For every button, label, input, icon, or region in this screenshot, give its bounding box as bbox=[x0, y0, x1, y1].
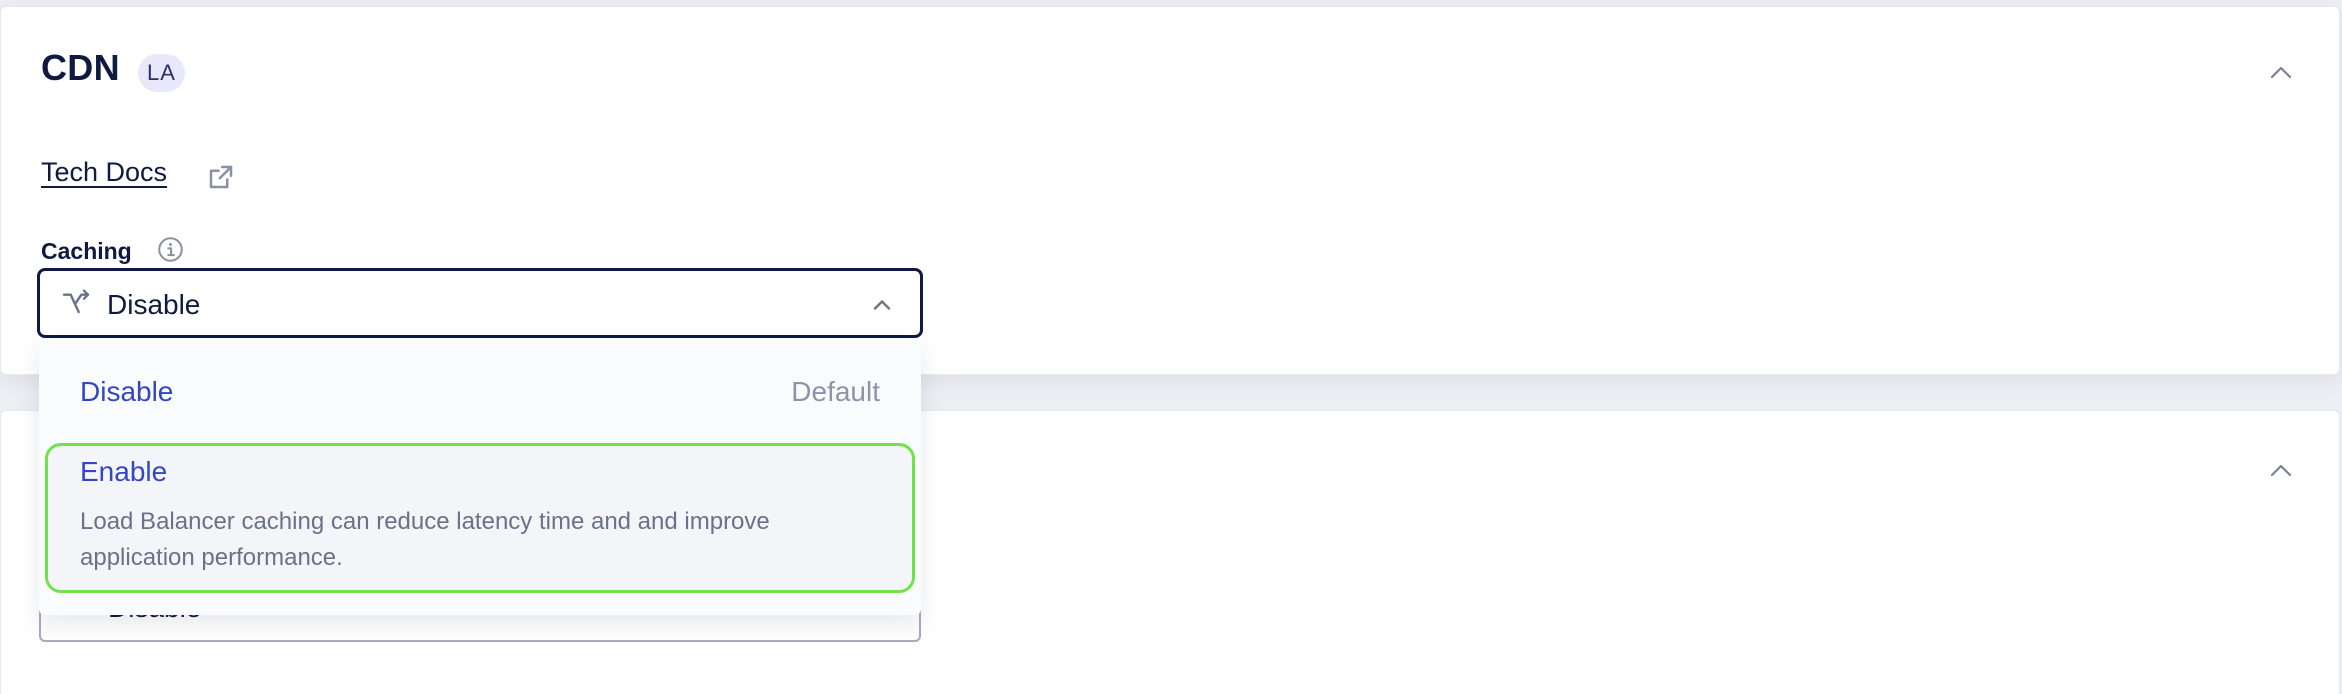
chevron-up-icon bbox=[2270, 464, 2292, 477]
caching-label: Caching bbox=[41, 238, 132, 264]
info-icon[interactable] bbox=[157, 236, 184, 263]
option-label: Enable bbox=[80, 456, 168, 487]
collapse-button[interactable] bbox=[2263, 453, 2299, 489]
external-link-icon[interactable] bbox=[206, 162, 236, 192]
option-disable[interactable]: Disable Default bbox=[45, 376, 915, 428]
caching-dropdown-menu: Disable Default Enable Load Balancer cac… bbox=[39, 338, 921, 615]
default-hint: Default bbox=[791, 376, 880, 407]
option-description: Load Balancer caching can reduce latency… bbox=[80, 508, 770, 571]
chevron-up-icon bbox=[873, 300, 891, 310]
collapse-button[interactable] bbox=[2263, 55, 2299, 91]
caching-select-value: Disable bbox=[107, 289, 201, 320]
caching-select[interactable]: Disable bbox=[37, 268, 923, 338]
card-title: CDN bbox=[41, 47, 120, 88]
status-badge: LA bbox=[138, 54, 185, 92]
option-label: Disable bbox=[80, 376, 174, 407]
chevron-up-icon bbox=[2270, 66, 2292, 79]
option-enable[interactable]: Enable Load Balancer caching can reduce … bbox=[45, 443, 915, 593]
route-switch-icon bbox=[62, 289, 90, 314]
tech-docs-link[interactable]: Tech Docs bbox=[41, 157, 167, 188]
